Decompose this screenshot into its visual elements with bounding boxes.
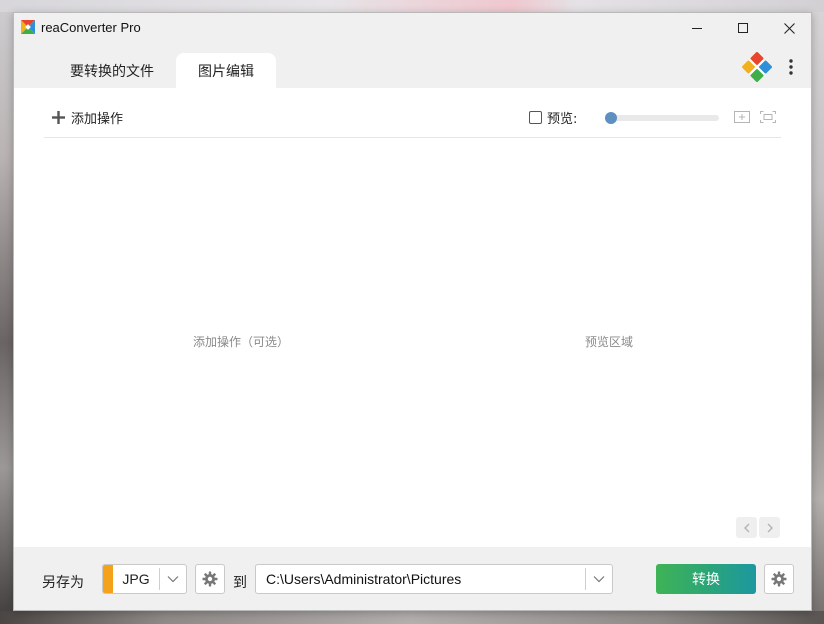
zoom-slider-thumb[interactable] xyxy=(605,112,617,124)
preview-checkbox[interactable] xyxy=(529,110,542,124)
app-window: reaConverter Pro 要转换的文件 图片编辑 添加操作 预览: 添加… xyxy=(13,12,812,611)
desktop-background-right xyxy=(810,0,824,624)
fit-to-screen-icon[interactable] xyxy=(759,109,777,125)
format-color-swatch xyxy=(103,565,113,593)
chevron-left-icon xyxy=(743,523,749,532)
app-title: reaConverter Pro xyxy=(41,20,141,35)
preview-area-placeholder: 预览区域 xyxy=(585,335,634,349)
previous-image-button[interactable] xyxy=(736,517,757,538)
convert-button[interactable]: 转换 xyxy=(656,564,756,594)
output-bar: 另存为 JPG 到 C:\Users\Administrator\Picture… xyxy=(14,547,811,610)
tab-files-to-convert[interactable]: 要转换的文件 xyxy=(52,53,172,88)
zoom-in-icon[interactable] xyxy=(733,109,751,125)
app-logo-icon xyxy=(21,20,35,34)
plus-icon xyxy=(52,110,65,124)
maximize-icon xyxy=(738,23,748,33)
tab-image-editing[interactable]: 图片编辑 xyxy=(176,53,276,88)
output-folder-path[interactable]: C:\Users\Administrator\Pictures xyxy=(256,571,585,587)
operations-placeholder: 添加操作（可选） xyxy=(193,335,290,349)
next-image-button[interactable] xyxy=(759,517,780,538)
gear-icon xyxy=(202,571,218,587)
save-as-label: 另存为 xyxy=(42,575,84,591)
editing-toolbar: 添加操作 预览: xyxy=(44,88,781,138)
folder-dropdown-button[interactable] xyxy=(586,565,612,593)
chevron-right-icon xyxy=(767,523,773,532)
desktop-background-left xyxy=(0,0,14,624)
tab-bar: 要转换的文件 图片编辑 xyxy=(14,43,811,88)
desktop-background-bottom xyxy=(0,611,824,624)
preview-label: 预览: xyxy=(547,111,578,127)
convert-settings-button[interactable] xyxy=(764,564,794,594)
gear-icon xyxy=(771,571,787,587)
image-editing-panel: 添加操作 预览: 添加操作（可选） 预览区域 xyxy=(14,88,811,547)
close-button[interactable] xyxy=(766,13,811,43)
output-format-value: JPG xyxy=(122,571,150,587)
preview-navigation xyxy=(736,517,780,539)
minimize-icon xyxy=(692,28,702,29)
add-operation-label: 添加操作 xyxy=(71,111,124,127)
title-bar[interactable]: reaConverter Pro xyxy=(14,13,811,43)
add-operation-button[interactable]: 添加操作 xyxy=(52,107,123,127)
output-folder-select[interactable]: C:\Users\Administrator\Pictures xyxy=(255,564,613,594)
chevron-down-icon xyxy=(593,576,605,583)
maximize-button[interactable] xyxy=(720,13,766,43)
format-settings-button[interactable] xyxy=(195,564,225,594)
more-menu-button[interactable] xyxy=(782,55,800,79)
zoom-slider[interactable] xyxy=(605,112,719,124)
desktop-background-top xyxy=(0,0,824,12)
brand-logo-icon[interactable] xyxy=(742,52,772,82)
destination-label: 到 xyxy=(233,575,247,591)
minimize-button[interactable] xyxy=(674,13,720,43)
output-format-select[interactable]: JPG xyxy=(102,564,187,594)
close-icon xyxy=(783,22,795,34)
preview-toggle[interactable]: 预览: xyxy=(529,107,577,127)
format-dropdown-button[interactable] xyxy=(160,565,186,593)
chevron-down-icon xyxy=(167,576,179,583)
more-vertical-icon xyxy=(789,59,793,75)
